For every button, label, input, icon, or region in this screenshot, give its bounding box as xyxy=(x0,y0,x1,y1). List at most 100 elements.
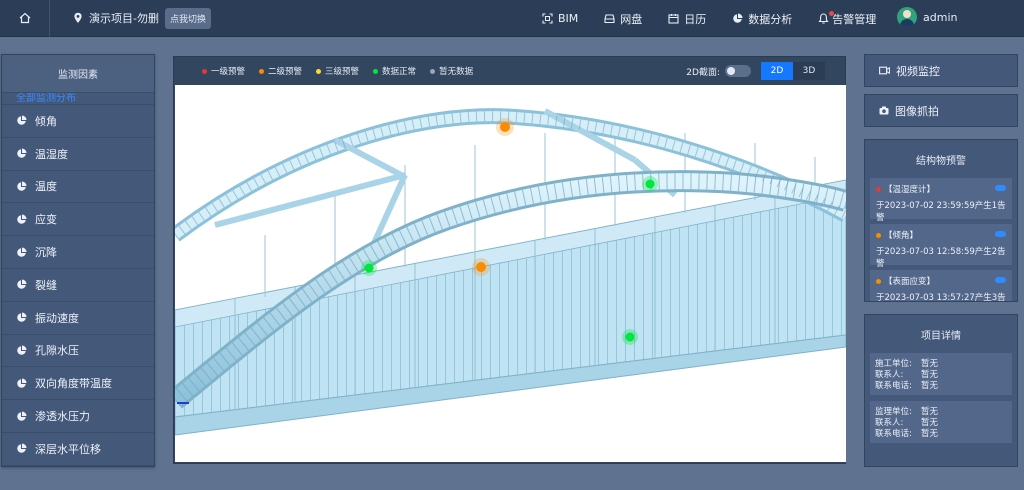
nav-disk-label: 网盘 xyxy=(620,12,643,26)
mode-2d-button[interactable]: 2D xyxy=(761,62,793,80)
home-button[interactable] xyxy=(0,0,50,37)
factor-item[interactable]: 孔隙水压 xyxy=(2,335,154,368)
pie-chart-icon xyxy=(17,214,27,224)
factor-item-label: 深层水平位移 xyxy=(35,442,101,456)
factor-item[interactable]: 双向角度带温度 xyxy=(2,367,154,401)
detail-row: 联系人: 暂无 xyxy=(875,370,1007,381)
nav-alarm[interactable]: 告警管理 xyxy=(818,11,876,27)
factor-item[interactable]: 渗透水压力 xyxy=(2,400,154,433)
detail-card-construction: 施工单位: 暂无 联系人: 暂无 联系电话: 暂无 xyxy=(870,353,1012,395)
avatar xyxy=(897,7,917,27)
factor-item-label: 全部监测分布 xyxy=(16,93,76,104)
nav-disk[interactable]: 网盘 xyxy=(604,11,642,27)
bridge-model-canvas[interactable] xyxy=(175,85,846,462)
factor-item[interactable]: 深层水平位移 xyxy=(2,433,154,466)
section-toggle[interactable] xyxy=(725,65,751,77)
warning-card-title: 【温湿度计】 xyxy=(876,183,1006,195)
warning-card[interactable]: 【表面应变】 于2023-07-03 13:57:27产生3告警 xyxy=(870,270,1012,301)
warning-text: 于2023-07-03 12:58:59产生2告警 xyxy=(876,247,1006,269)
factor-item-all[interactable]: 全部监测分布 xyxy=(2,93,154,105)
bell-icon xyxy=(818,13,829,24)
warning-sensor-name: 【倾角】 xyxy=(884,231,919,241)
mode-3d-button[interactable]: 3D xyxy=(793,62,825,80)
factor-item-label: 振动速度 xyxy=(35,311,79,325)
detail-key: 联系电话: xyxy=(875,429,912,439)
detail-card-supervision: 监理单位: 暂无 联系人: 暂无 联系电话: 暂无 xyxy=(870,401,1012,443)
legend-item: 三级预警 xyxy=(316,65,359,77)
factor-item[interactable]: 温度 xyxy=(2,171,154,204)
detail-value: 暂无 xyxy=(921,407,939,417)
warning-panel-title: 结构物预警 xyxy=(916,155,966,167)
factor-item[interactable]: 振动速度 xyxy=(2,302,154,335)
image-capture-label: 图像抓拍 xyxy=(895,104,939,118)
detail-value: 暂无 xyxy=(921,370,939,380)
warning-level-dot xyxy=(876,278,881,284)
nav-calendar[interactable]: 日历 xyxy=(668,11,706,27)
top-bar: 演示项目-勿删 点我切换 BIM 网盘 日历 数据分析 告警管理 admin xyxy=(0,0,1024,37)
bridge-model xyxy=(175,108,846,436)
pie-chart-icon xyxy=(17,115,27,126)
warning-card-title: 【表面应变】 xyxy=(876,275,1006,287)
bim-icon xyxy=(542,13,553,24)
project-name: 演示项目-勿删 xyxy=(89,12,159,25)
legend-dot xyxy=(373,68,379,74)
detail-panel-title: 项目详情 xyxy=(921,330,961,342)
warning-card[interactable]: 【倾角】 于2023-07-03 12:58:59产生2告警 xyxy=(870,224,1012,269)
factor-item-label: 应变 xyxy=(35,213,57,227)
detail-row: 监理单位: 暂无 xyxy=(875,407,1007,418)
user-menu[interactable]: admin xyxy=(897,7,957,27)
nav-bim[interactable]: BIM xyxy=(542,12,578,25)
pie-chart-icon xyxy=(17,378,27,388)
nav-bim-label: BIM xyxy=(558,12,579,25)
pie-chart-icon xyxy=(17,345,27,355)
nav-analysis-label: 数据分析 xyxy=(748,12,793,26)
pie-chart-icon xyxy=(17,148,27,158)
camera-icon xyxy=(879,106,889,115)
pie-chart-icon xyxy=(17,279,27,290)
factor-item-label: 倾角 xyxy=(35,114,57,128)
factor-item-label: 双向角度带温度 xyxy=(35,377,112,391)
nav-analysis[interactable]: 数据分析 xyxy=(732,11,792,27)
detail-row: 联系人: 暂无 xyxy=(875,418,1007,429)
detail-key: 施工单位: xyxy=(875,359,912,369)
warning-status-badge xyxy=(995,277,1006,283)
legend-label: 暂无数据 xyxy=(439,67,474,77)
factor-item[interactable]: 温湿度 xyxy=(2,138,154,171)
pie-chart-icon xyxy=(17,312,27,322)
legend-item: 一级预警 xyxy=(202,65,245,77)
structure-warning-panel: 结构物预警 【温湿度计】 于2023-07-02 23:59:59产生1告警 【… xyxy=(864,139,1018,302)
location-pin-icon xyxy=(74,12,82,23)
legend-label: 一级预警 xyxy=(211,67,246,77)
factor-item[interactable]: 沉降 xyxy=(2,236,154,269)
warning-card-title: 【倾角】 xyxy=(876,229,1006,241)
project-detail-panel: 项目详情 施工单位: 暂无 联系人: 暂无 联系电话: 暂无 监理单位: 暂无 联系人:… xyxy=(864,314,1018,467)
factor-item[interactable]: 裂缝 xyxy=(2,269,154,302)
detail-key: 联系人: xyxy=(875,418,904,428)
detail-row: 联系电话: 暂无 xyxy=(875,429,1007,440)
warning-card[interactable]: 【温湿度计】 于2023-07-02 23:59:59产生1告警 xyxy=(870,178,1012,223)
factor-item[interactable]: 倾角 xyxy=(2,105,154,138)
factor-item-label: 裂缝 xyxy=(35,278,57,292)
image-capture-button[interactable]: 图像抓拍 xyxy=(864,94,1018,127)
pie-chart-icon xyxy=(17,411,27,421)
detail-row: 施工单位: 暂无 xyxy=(875,359,1007,370)
video-monitor-button[interactable]: 视频监控 xyxy=(864,54,1018,87)
detail-value: 暂无 xyxy=(921,429,939,439)
factor-item-label: 渗透水压力 xyxy=(35,410,90,424)
legend-label: 二级预警 xyxy=(268,67,303,77)
factor-item[interactable]: 应变 xyxy=(2,203,154,237)
switch-project-tip[interactable]: 点我切换 xyxy=(164,7,211,29)
user-name: admin xyxy=(923,10,958,24)
warning-text: 于2023-07-02 23:59:59产生1告警 xyxy=(876,201,1006,223)
calendar-icon xyxy=(668,14,679,24)
detail-value: 暂无 xyxy=(921,359,939,369)
main-nav: BIM 网盘 日历 数据分析 告警管理 xyxy=(542,0,902,37)
pie-chart-icon xyxy=(733,13,743,23)
legend-item: 暂无数据 xyxy=(430,65,473,77)
pie-chart-icon xyxy=(17,443,27,454)
warning-sensor-name: 【温湿度计】 xyxy=(884,185,936,195)
project-selector[interactable]: 演示项目-勿删 点我切换 xyxy=(72,7,211,29)
nav-calendar-label: 日历 xyxy=(684,12,707,26)
warning-level-dot xyxy=(876,186,881,192)
pie-chart-icon xyxy=(17,247,27,257)
